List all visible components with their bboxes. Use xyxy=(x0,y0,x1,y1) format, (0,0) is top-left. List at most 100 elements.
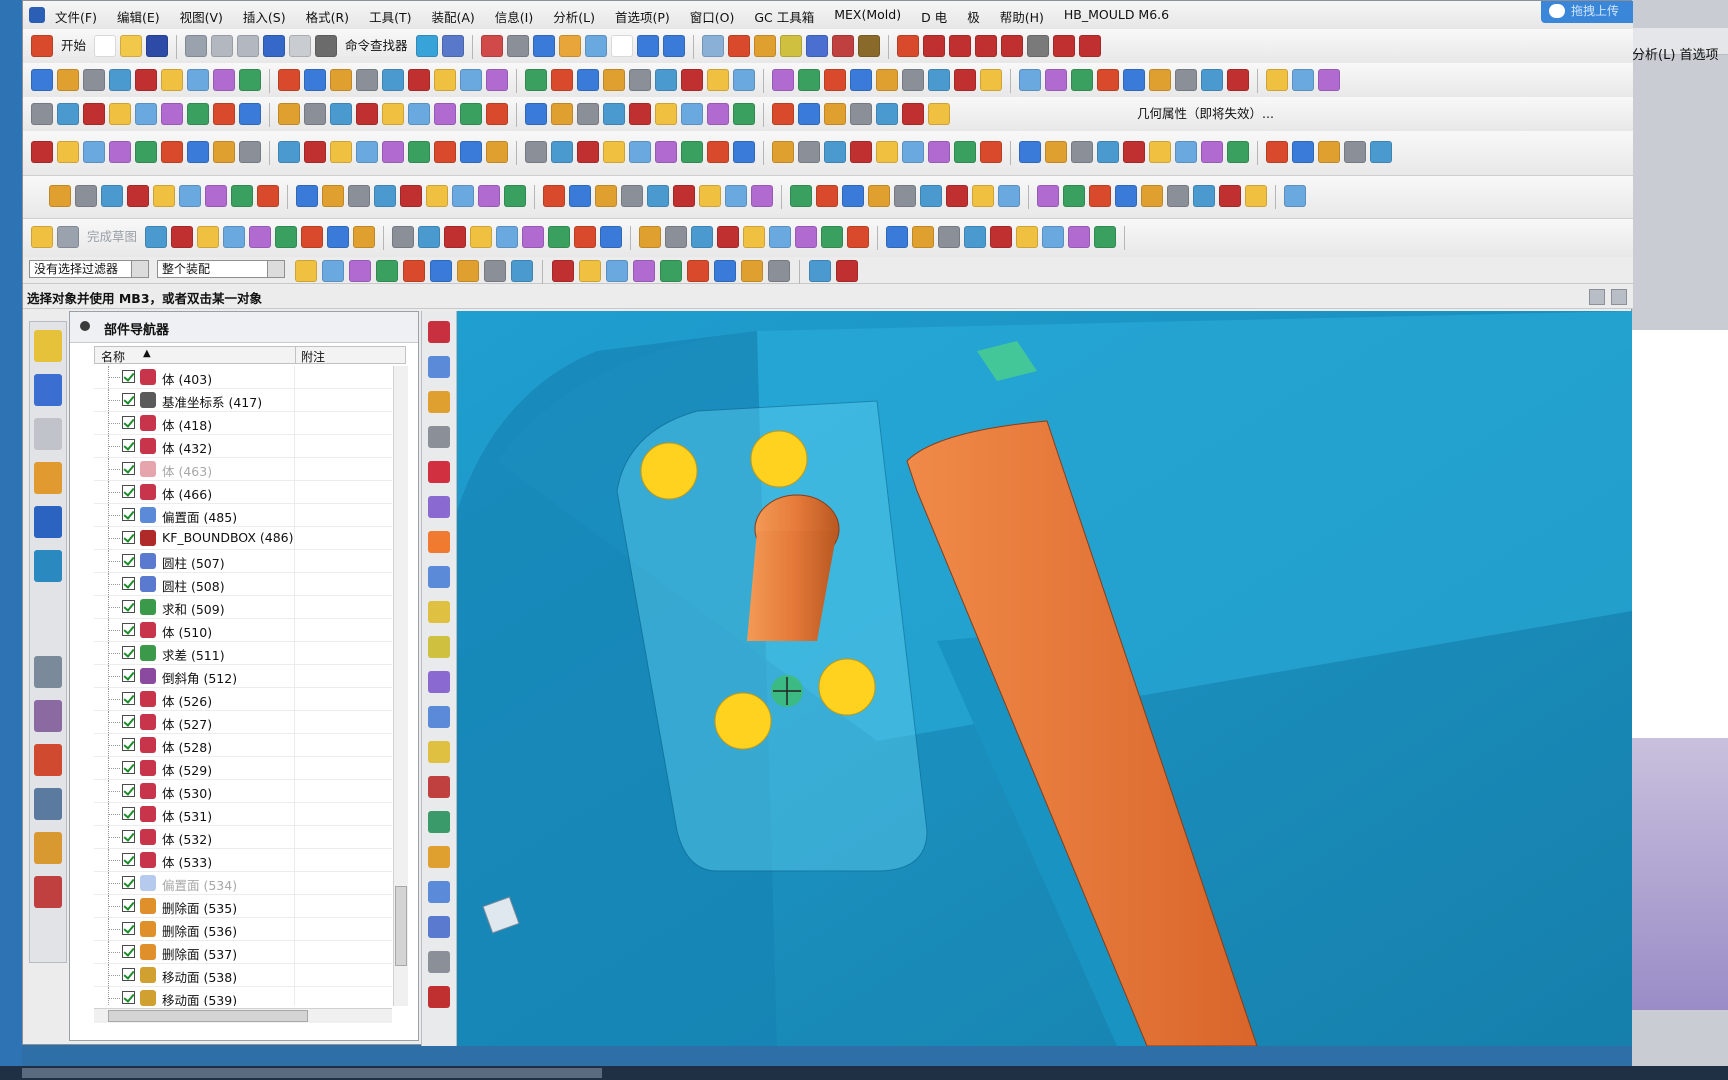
tool-icon[interactable] xyxy=(486,69,508,91)
tool-icon[interactable] xyxy=(257,185,279,207)
tool-icon[interactable] xyxy=(972,185,994,207)
geometry-properties-button[interactable]: 几何属性（即将失效）... xyxy=(1133,103,1278,125)
tool-icon[interactable] xyxy=(31,141,53,163)
tool-icon[interactable] xyxy=(1141,185,1163,207)
feature-tool-icon[interactable] xyxy=(428,846,450,868)
tool-icon[interactable] xyxy=(504,185,526,207)
tool-icon[interactable] xyxy=(1149,141,1171,163)
tool-icon[interactable] xyxy=(57,69,79,91)
tool-icon[interactable] xyxy=(1292,141,1314,163)
tool-icon[interactable] xyxy=(1167,185,1189,207)
tool-icon[interactable] xyxy=(600,226,623,248)
tool-icon[interactable] xyxy=(902,69,924,91)
tool-icon[interactable] xyxy=(850,141,872,163)
tool-icon[interactable] xyxy=(278,69,300,91)
process-studio-icon[interactable] xyxy=(34,700,62,732)
tool-icon[interactable] xyxy=(1344,141,1366,163)
menu-item[interactable]: 编辑(E) xyxy=(117,7,160,26)
tool-icon[interactable] xyxy=(452,185,474,207)
tool-icon[interactable] xyxy=(824,141,846,163)
part-navigator-icon[interactable] xyxy=(34,418,62,450)
trim-icon[interactable] xyxy=(922,35,945,57)
type-filter-select[interactable]: 没有选择过滤器 xyxy=(29,260,149,278)
tool-icon[interactable] xyxy=(522,226,545,248)
tool-icon[interactable] xyxy=(1123,141,1145,163)
tool-icon[interactable] xyxy=(330,141,352,163)
tool-icon[interactable] xyxy=(1115,185,1137,207)
tool-icon[interactable] xyxy=(574,226,597,248)
tool-icon[interactable] xyxy=(408,69,430,91)
tool-icon[interactable] xyxy=(1045,141,1067,163)
visibility-checkbox[interactable] xyxy=(122,439,135,452)
tool-icon[interactable] xyxy=(681,69,703,91)
tool-icon[interactable] xyxy=(1266,69,1288,91)
navigator-horizontal-scrollbar[interactable] xyxy=(94,1008,392,1023)
tool-icon[interactable] xyxy=(1019,69,1041,91)
visibility-checkbox[interactable] xyxy=(122,761,135,774)
visibility-checkbox[interactable] xyxy=(122,554,135,567)
bridge-curve-icon[interactable] xyxy=(1078,35,1101,57)
tool-icon[interactable] xyxy=(330,69,352,91)
visibility-checkbox[interactable] xyxy=(122,623,135,636)
visibility-checkbox[interactable] xyxy=(122,508,135,521)
tool-icon[interactable] xyxy=(577,69,599,91)
tool-icon[interactable] xyxy=(847,226,870,248)
menu-item[interactable]: 帮助(H) xyxy=(1000,7,1044,26)
extend-icon[interactable] xyxy=(948,35,971,57)
layer-icon[interactable] xyxy=(558,35,581,57)
upload-button[interactable]: 拖拽上传 xyxy=(1541,1,1633,23)
tool-icon[interactable] xyxy=(348,185,370,207)
measure-icon[interactable] xyxy=(701,35,724,57)
tool-icon[interactable] xyxy=(1063,185,1085,207)
tool-icon[interactable] xyxy=(902,141,924,163)
menu-item[interactable]: 极 xyxy=(967,7,980,26)
tool-icon[interactable] xyxy=(772,141,794,163)
finish-sketch-icon[interactable] xyxy=(57,226,79,248)
tool-icon[interactable] xyxy=(101,185,123,207)
tool-icon[interactable] xyxy=(714,260,736,282)
restore-icon[interactable] xyxy=(1589,289,1605,305)
tool-icon[interactable] xyxy=(525,141,547,163)
feature-tool-icon[interactable] xyxy=(428,776,450,798)
tool-icon[interactable] xyxy=(374,185,396,207)
navigator-row[interactable]: 体 (510) xyxy=(94,619,392,642)
navigator-row[interactable]: 删除面 (537) xyxy=(94,941,392,964)
navigator-row[interactable]: 体 (527) xyxy=(94,711,392,734)
tool-icon[interactable] xyxy=(304,141,326,163)
tool-icon[interactable] xyxy=(733,103,755,125)
command-finder-icon[interactable] xyxy=(315,35,338,57)
tool-icon[interactable] xyxy=(980,141,1002,163)
visibility-checkbox[interactable] xyxy=(122,991,135,1004)
visibility-checkbox[interactable] xyxy=(122,600,135,613)
tool-icon[interactable] xyxy=(741,260,763,282)
tool-icon[interactable] xyxy=(525,103,547,125)
visibility-checkbox[interactable] xyxy=(122,715,135,728)
tool-icon[interactable] xyxy=(382,103,404,125)
shading-icon[interactable] xyxy=(506,35,529,57)
tool-icon[interactable] xyxy=(1042,226,1065,248)
tool-icon[interactable] xyxy=(1016,226,1039,248)
visibility-checkbox[interactable] xyxy=(122,669,135,682)
tool-icon[interactable] xyxy=(239,141,261,163)
tool-icon[interactable] xyxy=(1123,69,1145,91)
tool-icon[interactable] xyxy=(434,69,456,91)
tool-icon[interactable] xyxy=(733,69,755,91)
wcs-icon[interactable] xyxy=(584,35,607,57)
feature-tool-icon[interactable] xyxy=(428,811,450,833)
navigator-row[interactable]: 求和 (509) xyxy=(94,596,392,619)
copy-icon[interactable] xyxy=(211,35,234,57)
tool-icon[interactable] xyxy=(304,103,326,125)
tool-icon[interactable] xyxy=(457,260,479,282)
tool-icon[interactable] xyxy=(821,226,844,248)
menu-item[interactable]: MEX(Mold) xyxy=(834,7,901,26)
paste-icon[interactable] xyxy=(237,35,260,57)
user-icon[interactable] xyxy=(34,832,62,864)
tool-icon[interactable] xyxy=(1284,185,1306,207)
tool-icon[interactable] xyxy=(327,226,350,248)
component-icon[interactable] xyxy=(662,35,685,57)
tool-icon[interactable] xyxy=(496,226,519,248)
visibility-checkbox[interactable] xyxy=(122,393,135,406)
tool-icon[interactable] xyxy=(213,69,235,91)
navigator-row[interactable]: 偏置面 (485) xyxy=(94,504,392,527)
tool-icon[interactable] xyxy=(717,226,740,248)
